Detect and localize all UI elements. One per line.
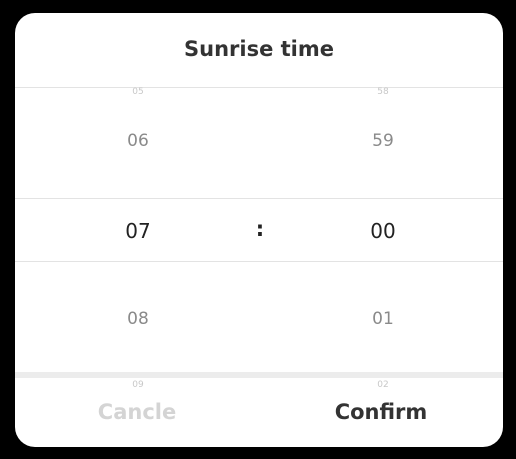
hour-option[interactable]: 06 (63, 131, 213, 151)
hour-option[interactable]: 05 (63, 87, 213, 97)
minute-option[interactable]: 01 (308, 309, 458, 329)
dialog-actions: Cancle Confirm (15, 378, 503, 447)
selected-hour[interactable]: 07 (63, 219, 213, 243)
minute-option[interactable]: 59 (308, 131, 458, 151)
selected-minute[interactable]: 00 (308, 219, 458, 243)
time-picker[interactable]: 05 06 07 08 09 : 58 59 00 01 02 (15, 83, 503, 390)
time-separator: : (255, 217, 265, 241)
hour-option[interactable]: 08 (63, 309, 213, 329)
cancel-button[interactable]: Cancle (15, 400, 259, 424)
confirm-button[interactable]: Confirm (259, 400, 503, 424)
minute-wheel[interactable]: 58 59 00 01 02 (308, 83, 458, 390)
dialog-title: Sunrise time (184, 37, 334, 61)
hour-wheel[interactable]: 05 06 07 08 09 (63, 83, 213, 390)
sunrise-time-dialog: Sunrise time 05 06 07 08 09 : 58 59 00 0… (15, 13, 503, 447)
minute-option[interactable]: 58 (308, 87, 458, 97)
